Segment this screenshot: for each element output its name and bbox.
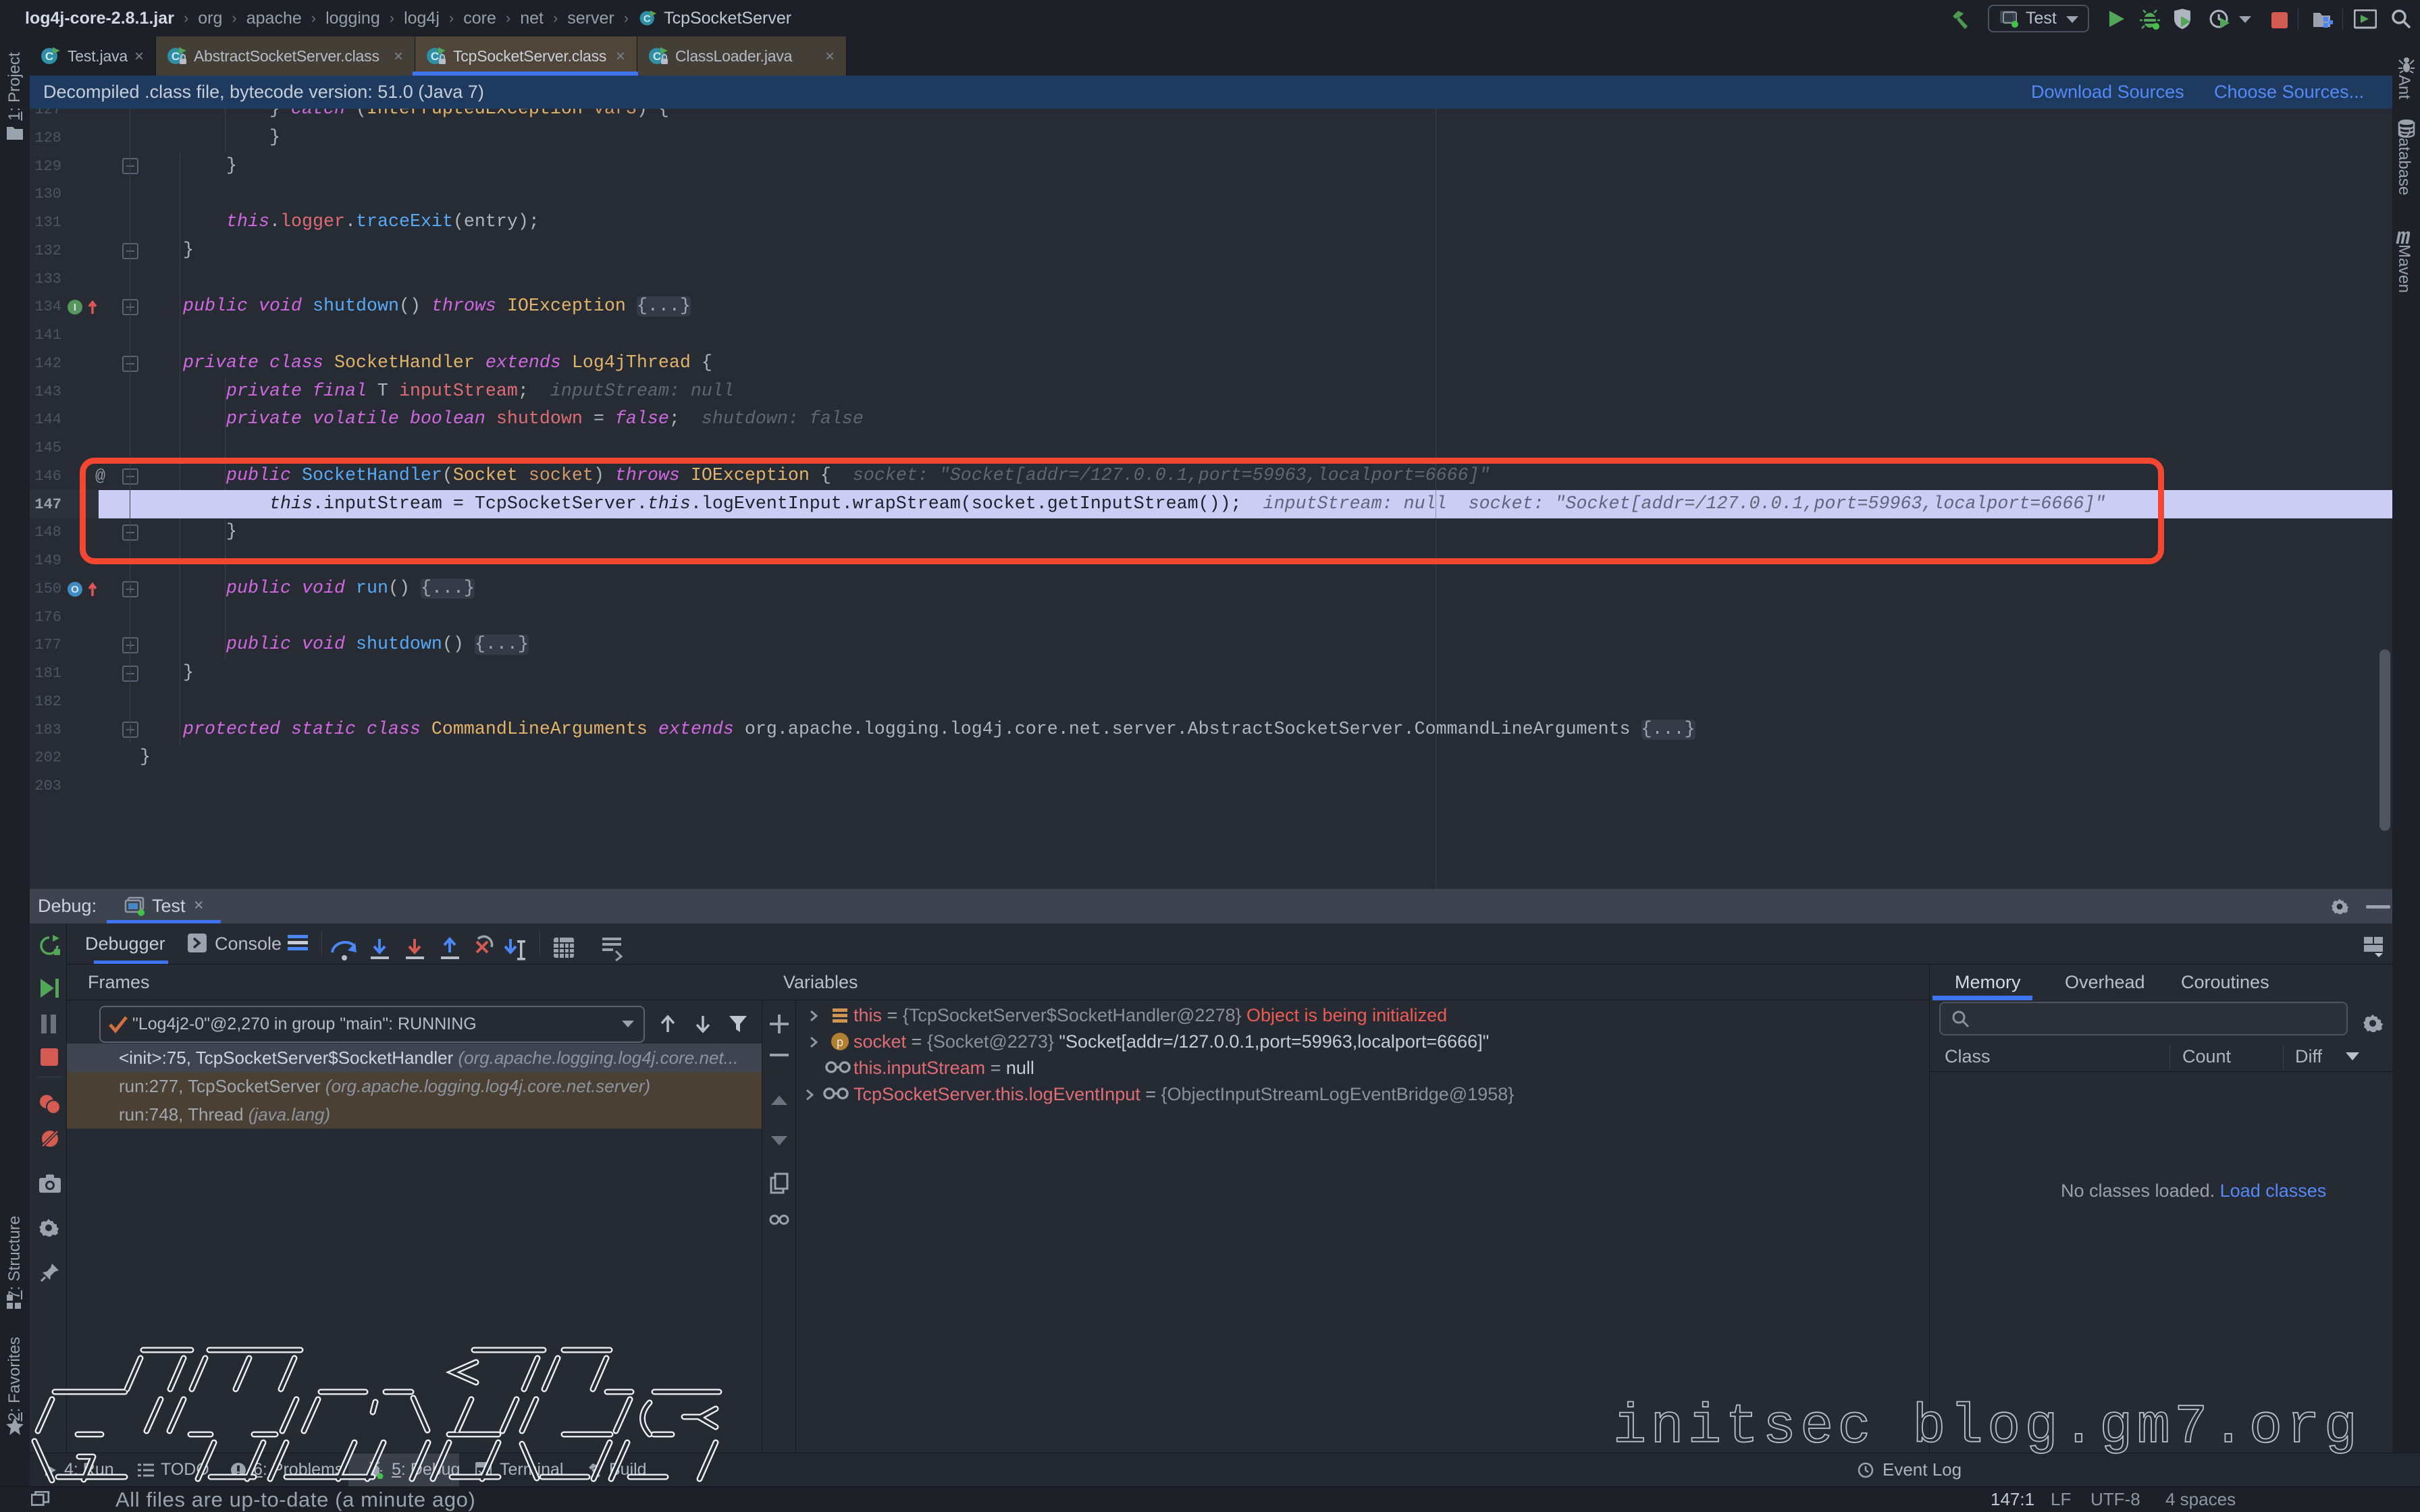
svg-text:C: C <box>653 50 661 63</box>
svg-text:C: C <box>45 50 53 63</box>
svg-text:C: C <box>172 50 180 63</box>
svg-text:p: p <box>837 1035 843 1049</box>
svg-text:I: I <box>74 302 76 313</box>
svg-text:C: C <box>643 13 651 24</box>
svg-text:O: O <box>71 584 79 595</box>
svg-text:C: C <box>431 50 439 63</box>
